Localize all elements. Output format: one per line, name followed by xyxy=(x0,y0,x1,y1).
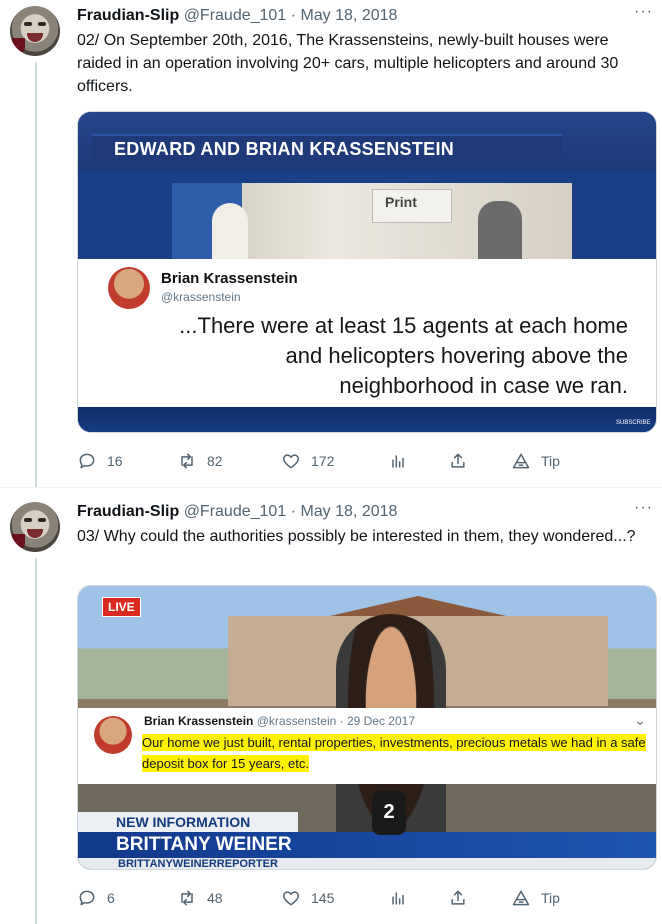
tip-button[interactable]: Tip xyxy=(511,888,560,908)
print-sign: Print xyxy=(372,189,452,223)
chevron-down-icon: ⌄ xyxy=(634,712,646,728)
avatar[interactable] xyxy=(10,6,60,56)
retweet-icon xyxy=(181,453,193,469)
reply-button[interactable]: 16 xyxy=(77,451,123,471)
author-name[interactable]: Fraudian-Slip xyxy=(77,7,179,24)
card-quote: ...There were at least 15 agents at each… xyxy=(179,313,628,398)
share-button[interactable] xyxy=(448,888,468,908)
photo-background: Print xyxy=(172,183,572,263)
tip-icon xyxy=(512,453,530,469)
retweet-icon xyxy=(181,890,193,906)
tweet-image[interactable]: LIVE Brian Krassenstein @krassenstein · … xyxy=(77,585,657,870)
heart-icon xyxy=(282,891,300,906)
retweet-button[interactable]: 48 xyxy=(177,888,223,908)
microphone-flag: 2 xyxy=(372,791,406,835)
tweet[interactable]: Fraudian-Slip @Fraude_101 · May 18, 2018… xyxy=(0,0,662,488)
network-logo: SUBSCRIBE xyxy=(616,420,651,426)
retweet-count: 48 xyxy=(207,890,223,906)
analytics-icon xyxy=(392,892,404,905)
card-author-handle: @krassenstein xyxy=(161,290,241,304)
separator: · xyxy=(290,503,296,520)
share-icon xyxy=(451,890,465,905)
share-button[interactable] xyxy=(448,451,468,471)
retweet-count: 82 xyxy=(207,453,223,469)
analytics-button[interactable] xyxy=(388,888,408,908)
reply-count: 16 xyxy=(107,453,123,469)
card-text: Our home we just built, rental propertie… xyxy=(142,734,646,772)
embedded-tweet-card: Brian Krassenstein @krassenstein · 29 De… xyxy=(78,708,656,784)
like-count: 172 xyxy=(311,453,335,469)
tip-icon xyxy=(512,890,530,906)
reply-icon xyxy=(79,453,95,469)
card-author-handle: @krassenstein xyxy=(256,714,337,728)
tweet-date[interactable]: May 18, 2018 xyxy=(300,503,397,520)
author-handle[interactable]: @Fraude_101 xyxy=(184,7,287,24)
action-bar: 16 82 172 Tip xyxy=(77,451,637,471)
retweet-button[interactable]: 82 xyxy=(177,451,223,471)
reply-count: 6 xyxy=(107,890,115,906)
lower-third-social: BRITTANYWEINERREPORTER xyxy=(118,858,278,870)
embedded-tweet-card: Brian Krassenstein @krassenstein ...Ther… xyxy=(78,259,656,407)
action-bar: 6 48 145 Tip xyxy=(77,888,637,908)
like-button[interactable]: 172 xyxy=(281,451,334,471)
tweet-text: 02/ On September 20th, 2016, The Krassen… xyxy=(77,32,619,95)
analytics-button[interactable] xyxy=(388,451,408,471)
reply-icon xyxy=(79,890,95,906)
share-icon xyxy=(451,453,465,468)
news-banner: EDWARD AND BRIAN KRASSENSTEIN xyxy=(114,139,455,159)
tweet-text: 03/ Why could the authorities possibly b… xyxy=(77,528,636,545)
card-author-name: Brian Krassenstein xyxy=(161,270,298,287)
card-author-name: Brian Krassenstein xyxy=(144,714,254,728)
tip-label: Tip xyxy=(541,453,560,469)
tweet-date[interactable]: May 18, 2018 xyxy=(300,7,397,24)
live-badge: LIVE xyxy=(102,597,141,617)
tweet-image[interactable]: EDWARD AND BRIAN KRASSENSTEIN Print Bria… xyxy=(77,111,657,433)
reply-button[interactable]: 6 xyxy=(77,888,115,908)
card-avatar xyxy=(94,716,132,754)
avatar[interactable] xyxy=(10,502,60,552)
lower-third-small: NEW INFORMATION xyxy=(116,814,251,830)
like-button[interactable]: 145 xyxy=(281,888,334,908)
author-handle[interactable]: @Fraude_101 xyxy=(184,503,287,520)
tip-label: Tip xyxy=(541,890,560,906)
tip-button[interactable]: Tip xyxy=(511,451,560,471)
more-options-icon[interactable]: ··· xyxy=(634,3,653,21)
news-bottom-bar xyxy=(78,407,656,432)
card-avatar xyxy=(108,267,150,309)
like-count: 145 xyxy=(311,890,335,906)
lower-third-name: BRITTANY WEINER xyxy=(116,834,292,855)
card-date: · 29 Dec 2017 xyxy=(339,714,416,728)
analytics-icon xyxy=(392,455,404,468)
heart-icon xyxy=(282,454,300,469)
separator: · xyxy=(290,7,296,24)
more-options-icon[interactable]: ··· xyxy=(634,499,653,517)
author-name[interactable]: Fraudian-Slip xyxy=(77,503,179,520)
